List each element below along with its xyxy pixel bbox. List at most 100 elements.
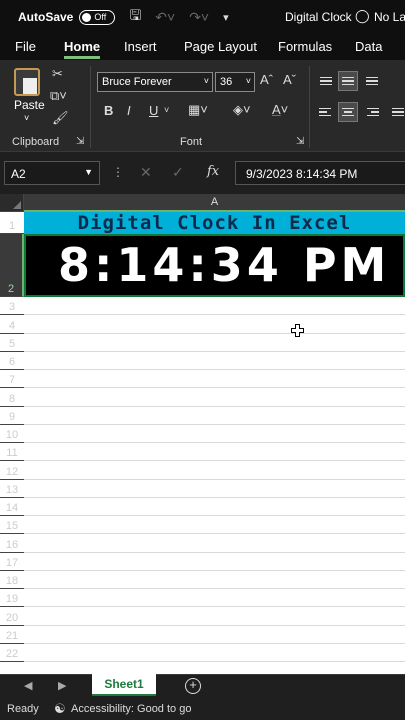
accessibility-status[interactable]: Accessibility: Good to go — [71, 703, 191, 715]
row-header[interactable]: 8 — [0, 388, 24, 407]
row-header[interactable]: 5 — [0, 334, 24, 352]
customize-qat-icon[interactable]: ▾ — [223, 11, 229, 24]
scroll-left-icon[interactable]: ◀ — [24, 679, 32, 692]
row-header[interactable]: 6 — [0, 352, 24, 370]
gridline — [24, 478, 405, 480]
row-header[interactable]: 14 — [0, 498, 24, 516]
divider — [90, 66, 91, 148]
row-header[interactable]: 1 — [0, 212, 24, 234]
font-color-icon[interactable]: A˅ — [272, 102, 288, 117]
wrap-text-icon[interactable] — [388, 102, 405, 122]
autosave-state: Off — [94, 12, 107, 22]
font-group-label: Font — [180, 136, 203, 148]
worksheet-grid[interactable]: A 1 2 3 4 5 6 7 8 9 10 11 12 13 14 15 16 17 18 19 20 21 22 Di… — [0, 194, 405, 674]
format-painter-icon[interactable]: 🖌 — [52, 110, 69, 126]
align-right-icon[interactable] — [362, 102, 382, 122]
paste-icon[interactable] — [14, 68, 40, 96]
row-header[interactable]: 22 — [0, 644, 24, 662]
row-header[interactable]: 3 — [0, 297, 24, 316]
align-middle-icon[interactable] — [338, 71, 358, 91]
enter-icon[interactable]: ✓ — [172, 164, 184, 181]
document-title[interactable]: Digital Clock — [285, 10, 352, 24]
add-sheet-icon[interactable]: + — [185, 678, 201, 694]
name-box-value: A2 — [11, 167, 26, 181]
font-name-value: Bruce Forever — [102, 76, 172, 88]
fill-color-icon[interactable]: ◈˅ — [233, 102, 251, 118]
row-header[interactable]: 17 — [0, 553, 24, 571]
underline-button[interactable]: U — [149, 103, 158, 118]
row-header[interactable]: 7 — [0, 370, 24, 389]
paste-button-label[interactable]: Paste — [14, 98, 45, 112]
copy-icon[interactable]: ⧉˅ — [50, 88, 67, 104]
increase-font-size-icon[interactable]: Aˆ — [260, 72, 273, 87]
name-box[interactable]: A2 ▼ — [4, 161, 100, 185]
cell-a1[interactable]: Digital Clock In Excel — [24, 212, 405, 234]
chevron-down-icon[interactable]: ˅ — [164, 105, 169, 115]
gridline — [24, 515, 405, 516]
divider — [309, 66, 310, 148]
insert-function-button[interactable]: fx — [207, 164, 219, 179]
tab-home[interactable]: Home — [64, 39, 101, 59]
row-header[interactable]: 15 — [0, 516, 24, 535]
formula-bar: A2 ▼ ⋮ ✕ ✓ fx 9/3/2023 8:14:34 PM — [0, 152, 405, 194]
gridline — [24, 606, 405, 608]
tab-page-layout[interactable]: Page Layout — [184, 39, 257, 54]
title-bar: AutoSave Off 🖫 ↶˅ ↷˅ ▾ Digital Clock ◯ N… — [0, 0, 405, 34]
gridline — [24, 624, 405, 626]
tab-insert[interactable]: Insert — [124, 39, 157, 54]
more-icon[interactable]: ⋮ — [112, 165, 124, 179]
row-header[interactable]: 13 — [0, 480, 24, 498]
row-header[interactable]: 20 — [0, 607, 24, 626]
italic-button[interactable]: I — [127, 103, 131, 118]
borders-icon[interactable]: ▦˅ — [188, 102, 208, 118]
row-header[interactable]: 2 — [0, 234, 24, 297]
gridline — [24, 350, 405, 352]
select-all-button[interactable] — [0, 194, 24, 212]
gridline — [24, 332, 405, 334]
undo-icon[interactable]: ↶˅ — [155, 9, 175, 26]
decrease-font-size-icon[interactable]: Aˇ — [283, 72, 296, 87]
align-top-icon[interactable] — [316, 71, 336, 91]
formula-input[interactable]: 9/3/2023 8:14:34 PM — [235, 161, 405, 185]
row-header[interactable]: 19 — [0, 589, 24, 608]
gridline — [24, 551, 405, 553]
column-header-a[interactable]: A — [24, 194, 405, 212]
row-header[interactable]: 16 — [0, 534, 24, 553]
tab-formulas[interactable]: Formulas — [278, 39, 332, 54]
redo-icon[interactable]: ↷˅ — [189, 9, 209, 26]
gridline — [24, 423, 405, 425]
cell-a2[interactable]: 8:14:34 PM — [24, 234, 405, 297]
align-left-icon[interactable] — [316, 102, 336, 122]
clipboard-launcher-icon[interactable]: ⇲ — [76, 136, 84, 147]
row-header[interactable]: 9 — [0, 407, 24, 425]
sheet-tab-sheet1[interactable]: Sheet1 — [92, 674, 156, 696]
row-header[interactable]: 4 — [0, 315, 24, 334]
row-header[interactable]: 21 — [0, 626, 24, 644]
gridline — [24, 569, 405, 571]
tab-file[interactable]: File — [15, 39, 36, 54]
row-header[interactable]: 11 — [0, 443, 24, 462]
gridline — [24, 442, 405, 443]
font-name-select[interactable]: Bruce Forever ˅ — [97, 72, 213, 92]
autosave-toggle[interactable]: Off — [79, 9, 116, 25]
gridline — [24, 387, 405, 389]
sensitivity-label[interactable]: No La — [374, 10, 405, 24]
gridline — [24, 405, 405, 407]
accessibility-icon[interactable]: ☯ — [54, 701, 66, 717]
align-bottom-icon[interactable] — [362, 71, 382, 91]
chevron-down-icon: ▼ — [84, 167, 93, 177]
save-icon[interactable]: 🖫 — [129, 5, 141, 29]
cancel-icon[interactable]: ✕ — [140, 164, 152, 181]
row-header[interactable]: 18 — [0, 571, 24, 589]
cell-cursor-icon — [291, 324, 304, 337]
row-header[interactable]: 10 — [0, 425, 24, 443]
cut-icon[interactable]: ✂ — [52, 66, 63, 82]
chevron-down-icon[interactable]: ˅ — [24, 113, 29, 123]
scroll-right-icon[interactable]: ▶ — [58, 679, 66, 692]
font-size-select[interactable]: 36 ˅ — [215, 72, 255, 92]
tab-data[interactable]: Data — [355, 39, 382, 54]
font-launcher-icon[interactable]: ⇲ — [296, 136, 304, 147]
bold-button[interactable]: B — [104, 103, 113, 118]
align-center-icon[interactable] — [338, 102, 358, 122]
row-header[interactable]: 12 — [0, 461, 24, 480]
